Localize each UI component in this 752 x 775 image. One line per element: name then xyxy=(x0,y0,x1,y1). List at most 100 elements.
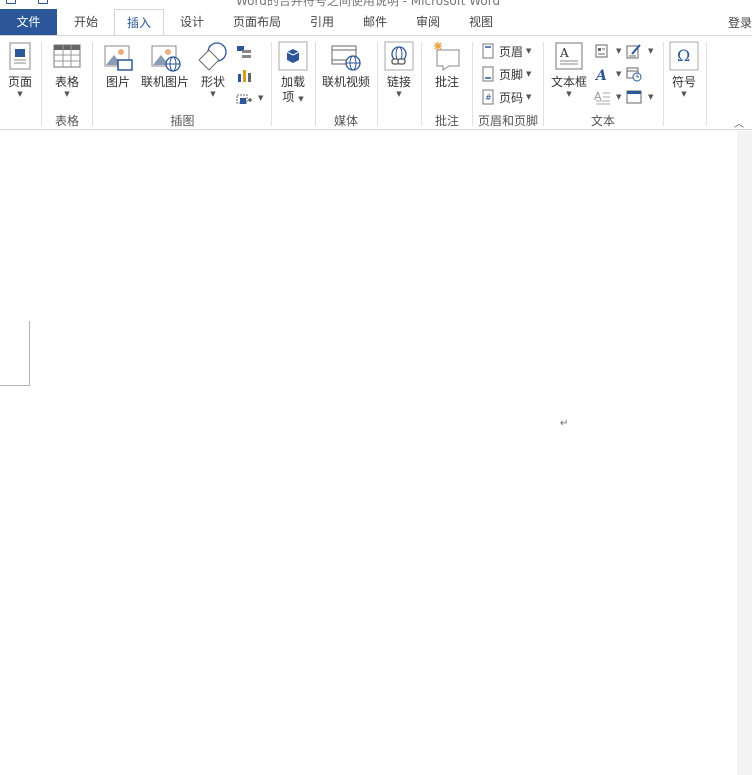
tab-references[interactable]: 引用 xyxy=(298,9,346,35)
page-number-icon: # xyxy=(480,89,496,105)
online-video-icon xyxy=(330,40,362,72)
omega-icon: Ω xyxy=(668,40,700,72)
tab-design[interactable]: 设计 xyxy=(168,9,216,35)
chart-icon xyxy=(236,67,252,83)
addins-button[interactable]: 加载 项 ▼ xyxy=(277,40,309,107)
table-button[interactable]: 表格 ▼ xyxy=(49,40,85,98)
page-margin-corner xyxy=(0,321,30,386)
signature-line-button[interactable]: ▼ xyxy=(626,41,653,61)
comment-button[interactable]: 批注 xyxy=(431,40,463,90)
wordart-icon: A xyxy=(594,66,610,82)
object-icon xyxy=(626,89,642,105)
tab-mailings[interactable]: 邮件 xyxy=(351,9,399,35)
svg-text:#: # xyxy=(485,93,492,102)
online-video-button[interactable]: 联机视频 xyxy=(320,40,372,90)
link-icon xyxy=(383,40,415,72)
symbol-label: 符号 xyxy=(671,75,696,89)
chevron-down-icon: ▼ xyxy=(648,93,654,101)
store-icon xyxy=(277,40,309,72)
chevron-down-icon: ▼ xyxy=(258,94,264,102)
comment-label: 批注 xyxy=(434,75,459,89)
chevron-down-icon: ▼ xyxy=(681,90,687,98)
paragraph-mark: ↵ xyxy=(560,418,569,429)
shapes-icon xyxy=(197,40,229,72)
calendar-clock-icon xyxy=(626,66,642,82)
word-logo-icon xyxy=(6,0,16,4)
collapse-ribbon-icon[interactable]: ︿ xyxy=(734,115,744,130)
quick-parts-icon xyxy=(594,43,610,59)
tab-layout[interactable]: 页面布局 xyxy=(222,9,292,35)
group-separator xyxy=(315,42,316,126)
tab-review[interactable]: 审阅 xyxy=(404,9,452,35)
window-title: Word的合并符号之间使用说明 - Microsoft Word xyxy=(236,0,501,8)
chevron-down-icon: ▼ xyxy=(616,47,622,55)
shapes-button[interactable]: 形状 ▼ xyxy=(197,40,229,98)
group-label-text: 文本 xyxy=(590,114,615,128)
textbox-icon: A xyxy=(553,40,585,72)
login-link[interactable]: 登录 xyxy=(728,14,752,31)
header-button[interactable]: 页眉 ▼ xyxy=(480,41,531,61)
chevron-down-icon: ▼ xyxy=(396,90,402,98)
addins-label-line2: 项 ▼ xyxy=(282,90,304,104)
textbox-label: 文本框 xyxy=(550,75,587,89)
group-label-media: 媒体 xyxy=(333,114,358,128)
group-separator xyxy=(421,42,422,126)
chart-button[interactable] xyxy=(236,65,255,85)
chevron-down-icon: ▼ xyxy=(17,90,23,98)
document-canvas[interactable] xyxy=(0,131,752,775)
screenshot-button[interactable]: ▼ xyxy=(236,88,263,108)
ribbon-tabs: 文件 开始 插入 设计 页面布局 引用 邮件 审阅 视图 登录 xyxy=(0,9,752,36)
pages-button[interactable]: 页面 ▼ xyxy=(4,40,36,98)
links-button[interactable]: 链接 ▼ xyxy=(383,40,415,98)
page-icon xyxy=(4,40,36,72)
group-separator xyxy=(377,42,378,126)
wordart-button[interactable]: A ▼ xyxy=(594,64,621,84)
page-number-button[interactable]: # 页码 ▼ xyxy=(480,87,531,107)
quick-parts-button[interactable]: ▼ xyxy=(594,41,621,61)
tab-view[interactable]: 视图 xyxy=(457,9,505,35)
chevron-down-icon: ▼ xyxy=(526,93,532,101)
shapes-label: 形状 xyxy=(200,75,225,89)
tab-home[interactable]: 开始 xyxy=(62,9,110,35)
addins-label: 加载 xyxy=(280,75,305,89)
title-bar: Word的合并符号之间使用说明 - Microsoft Word xyxy=(0,0,752,8)
chevron-down-icon: ▼ xyxy=(64,90,70,98)
group-label-comments: 批注 xyxy=(434,114,459,128)
online-picture-icon xyxy=(149,40,181,72)
symbol-button[interactable]: Ω 符号 ▼ xyxy=(668,40,700,98)
svg-text:A: A xyxy=(594,68,607,82)
textbox-button[interactable]: A 文本框 ▼ xyxy=(548,40,590,98)
footer-button[interactable]: 页脚 ▼ xyxy=(480,64,531,84)
chevron-down-icon: ▼ xyxy=(616,93,622,101)
pages-label: 页面 xyxy=(7,75,32,89)
group-label-tables: 表格 xyxy=(54,114,79,128)
footer-icon xyxy=(480,66,496,82)
group-separator xyxy=(271,42,272,126)
group-label-illustrations: 插图 xyxy=(170,114,195,128)
group-separator xyxy=(706,42,707,126)
svg-text:Ω: Ω xyxy=(677,46,690,65)
screenshot-icon xyxy=(236,90,252,106)
date-time-button[interactable] xyxy=(626,64,645,84)
chevron-down-icon: ▼ xyxy=(526,47,532,55)
ribbon: 页面 ▼ 表格 ▼ 表格 图片 联机图片 形状 ▼ ▼ 插图 加载 项 ▼ 联机… xyxy=(0,35,752,130)
chevron-down-icon: ▼ xyxy=(648,47,654,55)
chevron-down-icon: ▼ xyxy=(566,90,572,98)
smartart-button[interactable] xyxy=(236,42,255,62)
tab-file[interactable]: 文件 xyxy=(0,9,57,35)
picture-button[interactable]: 图片 xyxy=(102,40,134,90)
object-button[interactable]: ▼ xyxy=(626,87,653,107)
save-icon[interactable] xyxy=(38,0,48,4)
group-separator xyxy=(472,42,473,126)
drop-cap-icon: A xyxy=(594,89,610,105)
chevron-down-icon: ▼ xyxy=(210,90,216,98)
group-separator xyxy=(663,42,664,126)
online-picture-label: 联机图片 xyxy=(140,75,189,89)
table-label: 表格 xyxy=(54,75,79,89)
drop-cap-button[interactable]: A ▼ xyxy=(594,87,621,107)
header-icon xyxy=(480,43,496,59)
vertical-scrollbar[interactable] xyxy=(737,131,752,775)
svg-text:A: A xyxy=(559,46,569,60)
online-picture-button[interactable]: 联机图片 xyxy=(140,40,190,90)
tab-insert[interactable]: 插入 xyxy=(114,9,164,36)
